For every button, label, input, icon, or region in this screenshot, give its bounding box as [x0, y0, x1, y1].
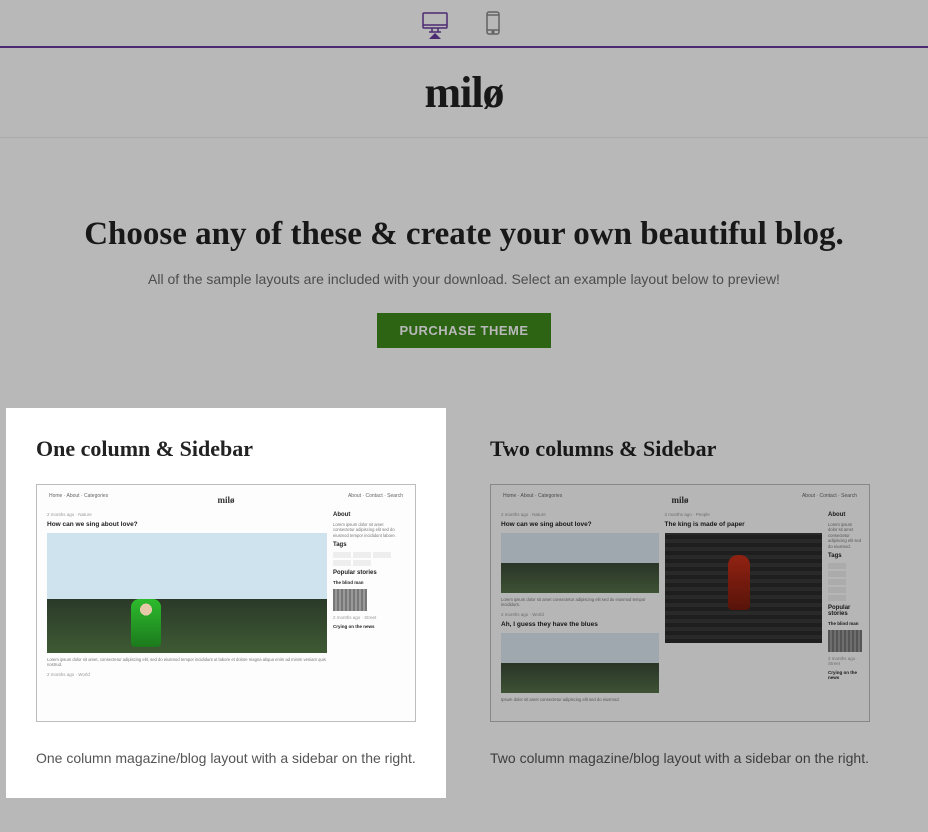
mobile-view-button[interactable]: [479, 9, 507, 37]
hero-headline: Choose any of these & create your own be…: [40, 216, 888, 253]
site-logo: milø: [424, 67, 503, 118]
layout-description: Two column magazine/blog layout with a s…: [490, 748, 870, 770]
layout-thumbnail: Home · About · Categories About · Contac…: [490, 484, 870, 722]
viewport-toggle-bar: [0, 0, 928, 48]
purchase-theme-button[interactable]: PURCHASE THEME: [377, 313, 550, 348]
layout-title: Two columns & Sidebar: [490, 436, 870, 462]
layout-card-two-columns-sidebar[interactable]: Two columns & Sidebar Home · About · Cat…: [460, 408, 900, 798]
layout-thumbnail: Home · About · Categories About · Contac…: [36, 484, 416, 722]
layout-card-one-column-sidebar[interactable]: One column & Sidebar Home · About · Cate…: [6, 408, 446, 798]
desktop-icon: [421, 11, 449, 35]
desktop-view-button[interactable]: [421, 9, 449, 37]
hero-section: Choose any of these & create your own be…: [0, 138, 928, 408]
mobile-icon: [485, 11, 501, 35]
layout-title: One column & Sidebar: [36, 436, 416, 462]
hero-subline: All of the sample layouts are included w…: [40, 271, 888, 287]
layout-description: One column magazine/blog layout with a s…: [36, 748, 416, 770]
layout-grid: One column & Sidebar Home · About · Cate…: [0, 408, 928, 818]
active-indicator-arrow: [429, 33, 441, 39]
brand-bar: milø: [0, 48, 928, 138]
